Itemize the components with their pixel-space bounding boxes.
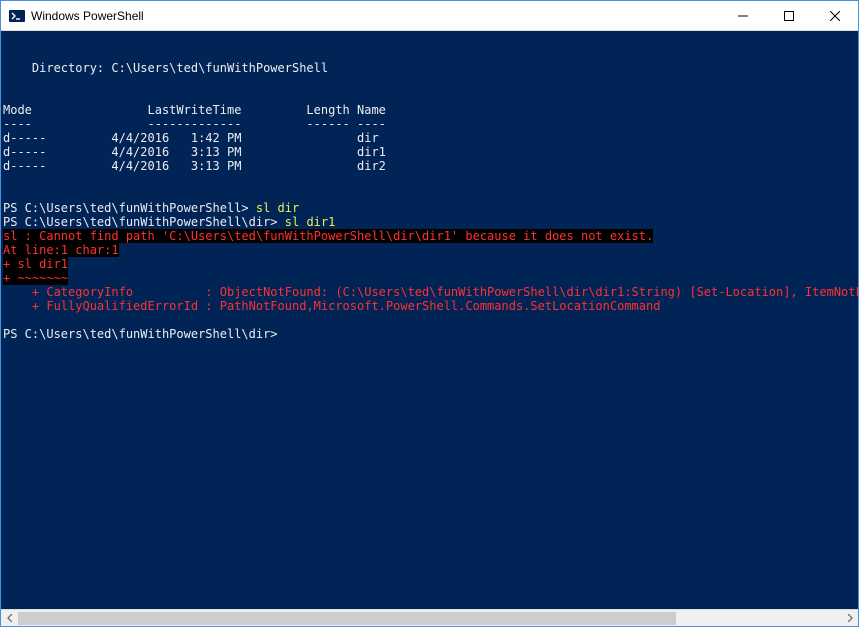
prompt-prefix: PS C:\Users\ted\funWithPowerShell\dir>	[3, 327, 278, 341]
command-text: sl dir1	[285, 215, 336, 229]
error-line: sl : Cannot find path 'C:\Users\ted\funW…	[3, 229, 653, 243]
scroll-track[interactable]	[18, 610, 841, 626]
maximize-button[interactable]	[766, 1, 812, 30]
list-item: d----- 4/4/2016 1:42 PM dir	[3, 131, 379, 145]
error-line: + ~~~~~~~	[3, 271, 68, 285]
close-button[interactable]	[812, 1, 858, 30]
command-text	[278, 327, 285, 341]
minimize-icon	[738, 11, 748, 21]
window-controls	[720, 1, 858, 30]
horizontal-scrollbar[interactable]	[1, 609, 858, 626]
error-category: + CategoryInfo : ObjectNotFound: (C:\Use…	[3, 285, 858, 299]
error-line: At line:1 char:1	[3, 243, 119, 257]
chevron-right-icon	[847, 614, 853, 622]
scroll-right-button[interactable]	[841, 610, 858, 627]
prompt-line: PS C:\Users\ted\funWithPowerShell> sl di…	[3, 201, 299, 215]
prompt-prefix: PS C:\Users\ted\funWithPowerShell\dir>	[3, 215, 285, 229]
directory-header: Directory: C:\Users\ted\funWithPowerShel…	[3, 61, 328, 75]
error-id: + FullyQualifiedErrorId : PathNotFound,M…	[3, 299, 660, 313]
column-header: Mode LastWriteTime Length Name	[3, 103, 386, 117]
list-item: d----- 4/4/2016 3:13 PM dir2	[3, 159, 386, 173]
terminal-output[interactable]: Directory: C:\Users\ted\funWithPowerShel…	[1, 31, 858, 609]
chevron-left-icon	[7, 614, 13, 622]
titlebar[interactable]: Windows PowerShell	[1, 1, 858, 31]
minimize-button[interactable]	[720, 1, 766, 30]
scroll-left-button[interactable]	[1, 610, 18, 627]
column-separator: ---- ------------- ------ ----	[3, 117, 386, 131]
list-item: d----- 4/4/2016 3:13 PM dir1	[3, 145, 386, 159]
close-icon	[830, 11, 840, 21]
prompt-line: PS C:\Users\ted\funWithPowerShell\dir> s…	[3, 215, 335, 229]
scroll-thumb[interactable]	[18, 612, 676, 625]
prompt-line: PS C:\Users\ted\funWithPowerShell\dir>	[3, 327, 285, 341]
powershell-icon	[9, 8, 25, 24]
error-line: + sl dir1	[3, 257, 68, 271]
prompt-prefix: PS C:\Users\ted\funWithPowerShell>	[3, 201, 256, 215]
window-title: Windows PowerShell	[31, 9, 720, 23]
command-text: sl dir	[256, 201, 299, 215]
maximize-icon	[784, 11, 794, 21]
